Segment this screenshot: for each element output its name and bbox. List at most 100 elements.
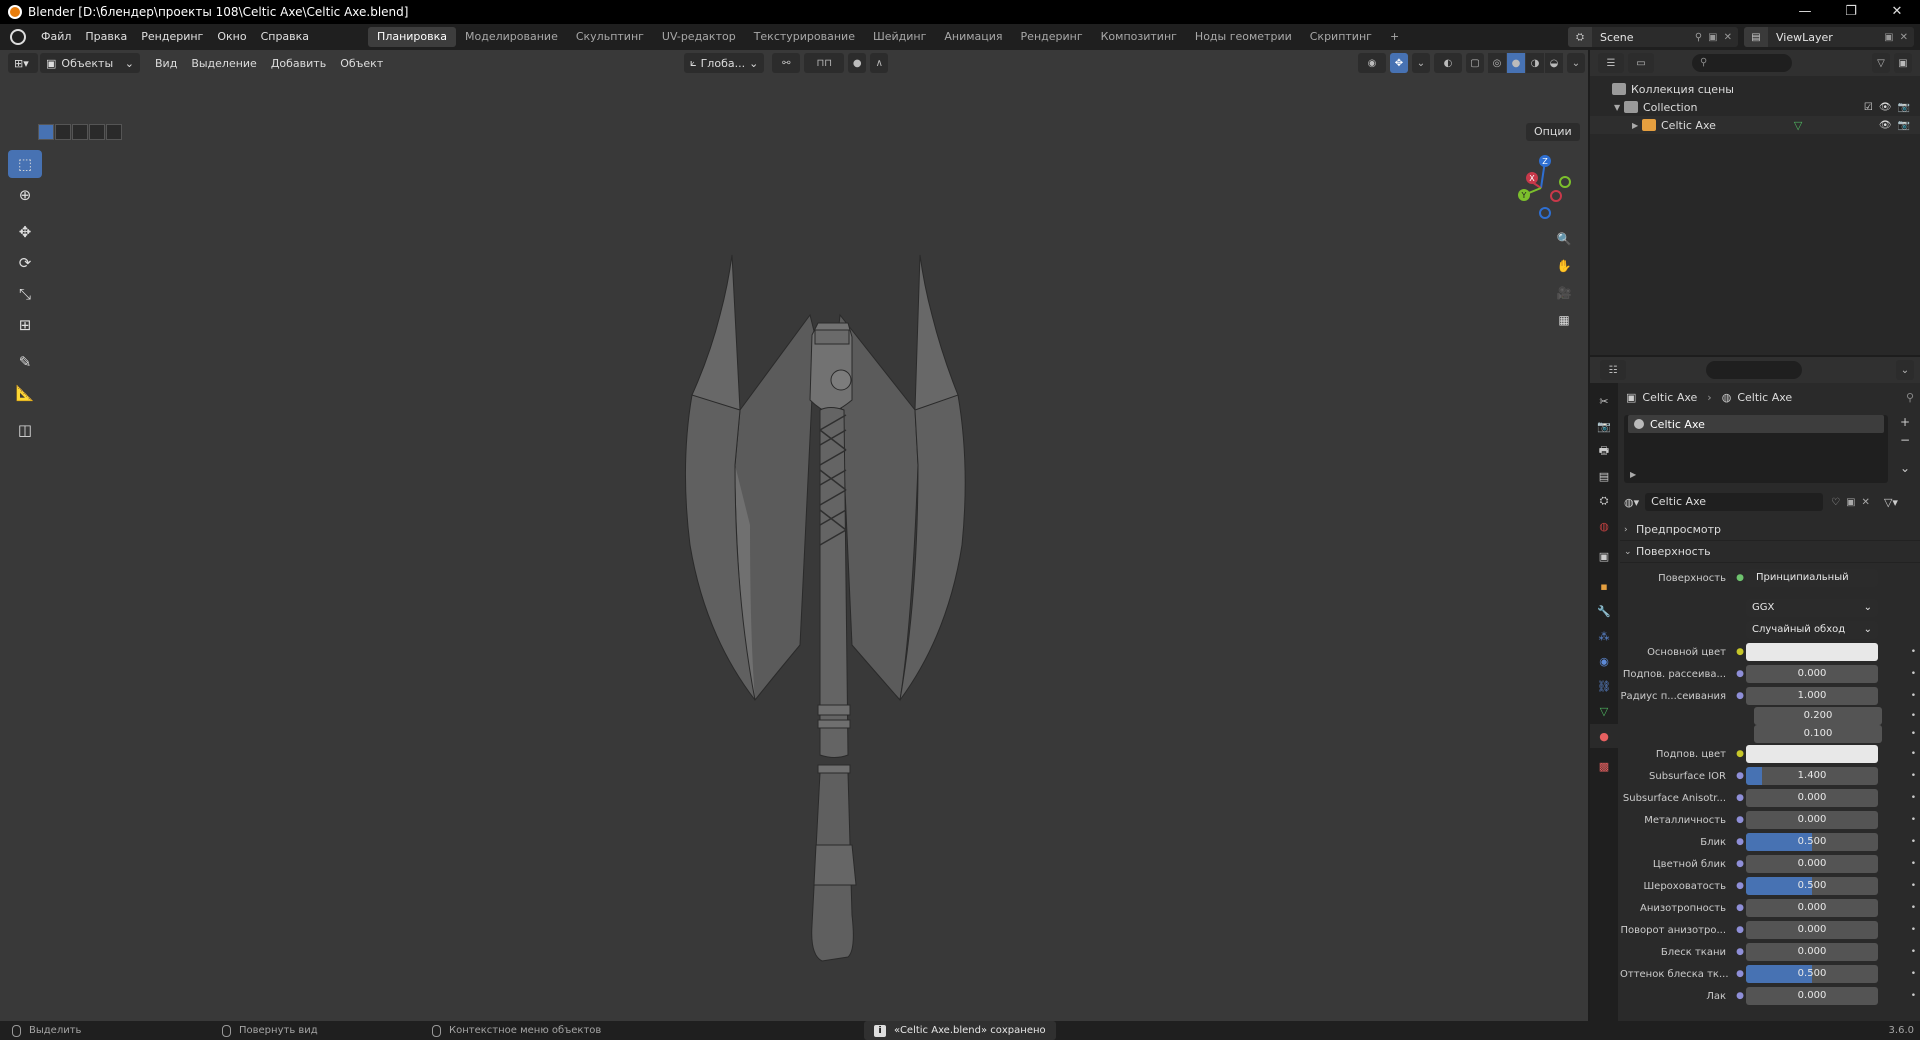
socket-icon[interactable]: ● bbox=[1734, 691, 1746, 701]
outliner-editor-type-icon[interactable]: ☰ bbox=[1598, 53, 1624, 73]
xray-icon[interactable]: ▢ bbox=[1466, 53, 1484, 73]
material-browse-icon[interactable]: ◍▾ bbox=[1624, 496, 1639, 509]
display-mode-icon[interactable]: ▭ bbox=[1628, 53, 1654, 73]
modifier-tab-icon[interactable]: 🔧 bbox=[1590, 599, 1618, 623]
filter-icon[interactable]: ▽ bbox=[1872, 53, 1890, 73]
select-invert-icon[interactable] bbox=[89, 124, 105, 140]
keyframe-dot-icon[interactable]: • bbox=[1911, 815, 1916, 825]
zoom-icon[interactable]: 🔍 bbox=[1553, 228, 1575, 250]
falloff-icon[interactable]: ∧ bbox=[870, 53, 889, 73]
tab-scripting[interactable]: Скриптинг bbox=[1301, 27, 1381, 47]
socket-icon[interactable]: ● bbox=[1734, 859, 1746, 869]
distribution-select[interactable]: GGX ⌄ bbox=[1746, 599, 1878, 617]
tab-compositing[interactable]: Композитинг bbox=[1092, 27, 1186, 47]
tab-rendering[interactable]: Рендеринг bbox=[1012, 27, 1092, 47]
keyframe-dot-icon[interactable]: • bbox=[1911, 749, 1916, 759]
socket-icon[interactable]: ● bbox=[1734, 903, 1746, 913]
keyframe-dot-icon[interactable]: • bbox=[1911, 925, 1916, 935]
value-slider[interactable]: 0.500 bbox=[1746, 965, 1878, 983]
socket-icon[interactable]: ● bbox=[1734, 969, 1746, 979]
expand-arrow-icon[interactable]: ▼ bbox=[1614, 103, 1624, 112]
new-view-layer-icon[interactable]: ▣ bbox=[1884, 32, 1893, 43]
shading-dropdown-icon[interactable]: ⌄ bbox=[1567, 53, 1585, 73]
pin-icon[interactable]: ⚲ bbox=[1695, 32, 1702, 43]
keyframe-dot-icon[interactable]: • bbox=[1911, 711, 1916, 721]
menu-edit[interactable]: Правка bbox=[78, 24, 134, 50]
new-scene-icon[interactable]: ▣ bbox=[1708, 32, 1717, 43]
fake-user-icon[interactable]: ♡ bbox=[1831, 497, 1840, 508]
visibility-icon[interactable]: ◉ bbox=[1358, 53, 1386, 73]
perspective-grid-icon[interactable]: ▦ bbox=[1553, 309, 1575, 331]
view-layer-tab-icon[interactable]: ▤ bbox=[1590, 464, 1618, 488]
add-slot-icon[interactable]: + bbox=[1900, 415, 1910, 429]
socket-icon[interactable]: ● bbox=[1734, 837, 1746, 847]
keyframe-dot-icon[interactable]: • bbox=[1911, 947, 1916, 957]
overlays-icon[interactable]: ◐ bbox=[1434, 53, 1462, 73]
keyframe-dot-icon[interactable]: • bbox=[1911, 729, 1916, 739]
material-name-field[interactable]: Celtic Axe bbox=[1645, 493, 1824, 511]
camera-icon[interactable]: 📷 bbox=[1898, 120, 1910, 131]
move-tool-icon[interactable]: ✥ bbox=[8, 218, 42, 246]
keyframe-dot-icon[interactable]: • bbox=[1911, 859, 1916, 869]
menu-select[interactable]: Выделение bbox=[184, 57, 264, 70]
value-slider[interactable]: 0.000 bbox=[1746, 899, 1878, 917]
view-layer-name[interactable]: ViewLayer bbox=[1776, 31, 1833, 44]
add-workspace-button[interactable]: + bbox=[1381, 27, 1408, 47]
chevron-down-icon[interactable]: ⌄ bbox=[1900, 461, 1910, 475]
value-slider[interactable]: 1.400 bbox=[1746, 767, 1878, 785]
color-swatch[interactable] bbox=[1746, 745, 1878, 763]
gizmo-dropdown-icon[interactable]: ⌄ bbox=[1412, 53, 1430, 73]
keyframe-dot-icon[interactable]: • bbox=[1911, 991, 1916, 1001]
value-slider[interactable]: 0.500 bbox=[1746, 877, 1878, 895]
mesh-data-tab-icon[interactable]: ▽ bbox=[1590, 699, 1618, 723]
menu-window[interactable]: Окно bbox=[210, 24, 253, 50]
restore-button[interactable]: ❐ bbox=[1828, 0, 1874, 24]
expand-arrow-icon[interactable]: ▶ bbox=[1630, 470, 1636, 479]
socket-icon[interactable]: ● bbox=[1734, 991, 1746, 1001]
value-slider[interactable]: 0.000 bbox=[1746, 811, 1878, 829]
node-filter-icon[interactable]: ▽▾ bbox=[1884, 496, 1898, 509]
expand-arrow-icon[interactable]: ▶ bbox=[1632, 121, 1642, 130]
object-tab-icon[interactable]: ▪ bbox=[1590, 574, 1618, 598]
camera-view-icon[interactable]: 🎥 bbox=[1553, 282, 1575, 304]
tab-uv-editing[interactable]: UV-редактор bbox=[653, 27, 745, 47]
texture-tab-icon[interactable]: ▩ bbox=[1590, 754, 1618, 778]
keyframe-dot-icon[interactable]: • bbox=[1911, 647, 1916, 657]
color-swatch[interactable] bbox=[1746, 643, 1878, 661]
value-slider[interactable]: 0.000 bbox=[1746, 943, 1878, 961]
value-slider[interactable]: 0.200 bbox=[1754, 707, 1882, 725]
socket-icon[interactable]: ● bbox=[1734, 925, 1746, 935]
menu-object[interactable]: Объект bbox=[333, 57, 390, 70]
tab-texture-paint[interactable]: Текстурирование bbox=[745, 27, 864, 47]
outliner-row-celtic-axe[interactable]: ▶ Celtic Axe ▽ 👁 📷 bbox=[1590, 116, 1920, 134]
surface-shader-select[interactable]: Принципиальный BSDF bbox=[1746, 569, 1878, 587]
socket-icon[interactable]: ● bbox=[1734, 947, 1746, 957]
particles-tab-icon[interactable]: ⁂ bbox=[1590, 624, 1618, 648]
select-intersect-icon[interactable] bbox=[106, 124, 122, 140]
menu-view[interactable]: Вид bbox=[148, 57, 184, 70]
exclude-checkbox-icon[interactable]: ☑ bbox=[1864, 102, 1873, 113]
pan-hand-icon[interactable]: ✋ bbox=[1553, 255, 1575, 277]
eye-icon[interactable]: 👁 bbox=[1879, 102, 1892, 113]
select-extend-icon[interactable] bbox=[55, 124, 71, 140]
outliner-search-input[interactable]: ⚲ bbox=[1692, 54, 1792, 72]
socket-icon[interactable]: ● bbox=[1734, 793, 1746, 803]
keyframe-dot-icon[interactable]: • bbox=[1911, 669, 1916, 679]
interaction-mode-select[interactable]: ▣ Объекты ⌄ bbox=[40, 53, 140, 73]
keyframe-dot-icon[interactable]: • bbox=[1911, 881, 1916, 891]
keyframe-dot-icon[interactable]: • bbox=[1911, 903, 1916, 913]
options-dropdown[interactable]: Опции bbox=[1526, 123, 1580, 141]
socket-icon[interactable]: ● bbox=[1734, 669, 1746, 679]
material-tab-icon[interactable]: ● bbox=[1590, 724, 1618, 748]
output-tab-icon[interactable]: 🖶 bbox=[1590, 439, 1618, 463]
value-slider[interactable]: 0.100 bbox=[1754, 725, 1882, 743]
menu-add[interactable]: Добавить bbox=[264, 57, 333, 70]
remove-slot-icon[interactable]: − bbox=[1900, 433, 1910, 447]
world-tab-icon[interactable]: ◍ bbox=[1590, 514, 1618, 538]
eye-icon[interactable]: 👁 bbox=[1879, 120, 1892, 131]
keyframe-dot-icon[interactable]: • bbox=[1911, 793, 1916, 803]
celtic-axe-model[interactable] bbox=[680, 245, 970, 975]
orientation-select[interactable]: ⟀ Глоба... ⌄ bbox=[684, 53, 765, 73]
material-shading-icon[interactable]: ◑ bbox=[1526, 53, 1544, 73]
proportional-edit-icon[interactable]: ● bbox=[848, 53, 867, 73]
